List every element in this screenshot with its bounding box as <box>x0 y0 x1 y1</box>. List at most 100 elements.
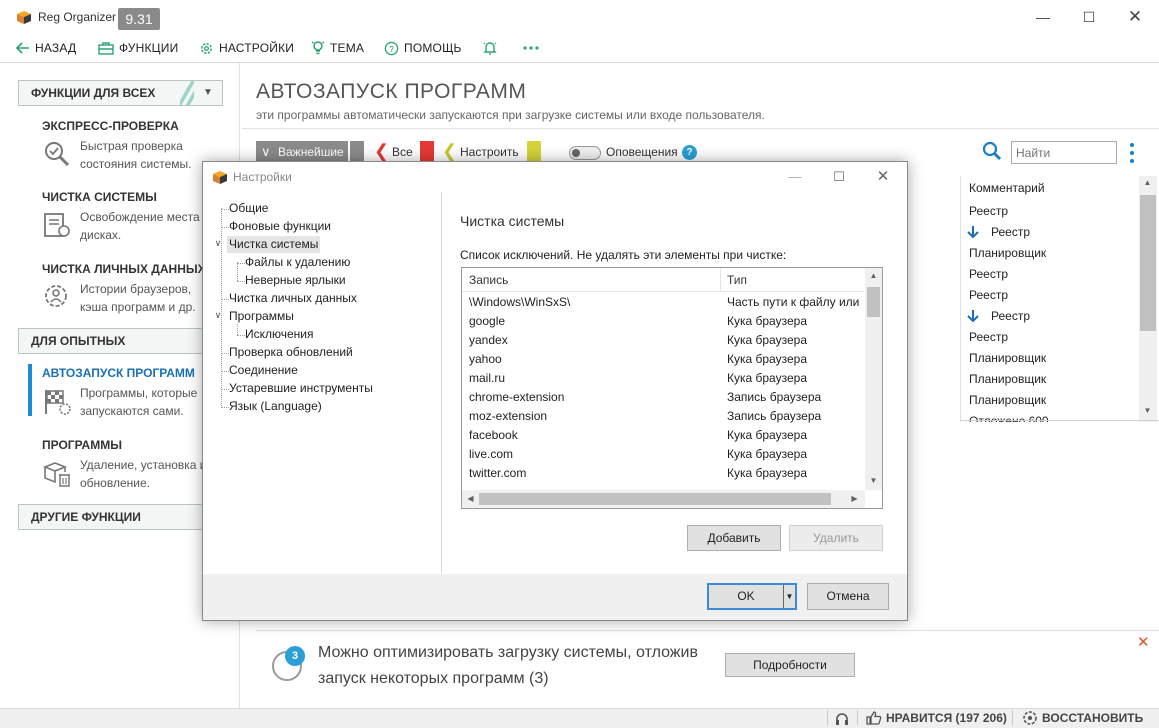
scroll-up-icon[interactable]: ▲ <box>865 271 882 280</box>
tree-tick <box>237 263 245 264</box>
checkered-flag-icon <box>45 390 71 415</box>
table-row[interactable]: yandex Кука браузера <box>462 331 864 350</box>
list-item[interactable]: Реестр <box>991 225 1030 239</box>
list-item[interactable]: Реестр <box>969 288 1008 302</box>
table-row[interactable]: yahoo Кука браузера <box>462 350 864 369</box>
tree-item-programs[interactable]: Программы <box>229 308 294 325</box>
table-row[interactable]: twitter.com Кука браузера <box>462 464 864 483</box>
vertical-scroll-thumb[interactable] <box>867 287 880 317</box>
search-input[interactable] <box>1011 141 1117 164</box>
maximize-button[interactable]: ☐ <box>1066 0 1112 34</box>
tree-item-updates[interactable]: Проверка обновлений <box>229 344 353 361</box>
cell-entry: yandex <box>469 333 508 347</box>
filter-important-button[interactable]: ∨ Важнейшие <box>256 141 348 163</box>
ok-button[interactable]: OK ▼ <box>707 583 797 610</box>
tree-item-legacy[interactable]: Устаревшие инструменты <box>229 380 373 397</box>
minimize-button[interactable]: — <box>1020 0 1066 34</box>
headset-icon[interactable] <box>834 711 850 726</box>
delete-button[interactable]: Удалить <box>789 525 883 551</box>
settings-dialog: Настройки — ☐ ✕ Общие Фоновые функции ∨ … <box>202 161 908 621</box>
column-header-type[interactable]: Тип <box>727 273 747 287</box>
chevron-left-icon: ❮ <box>442 141 458 161</box>
sidebar-item-privacy-cleanup[interactable]: ЧИСТКА ЛИЧНЫХ ДАННЫХ Истории браузеров, … <box>42 262 222 316</box>
list-item[interactable]: Реестр <box>969 204 1008 218</box>
help-icon[interactable]: ? <box>682 145 697 160</box>
group-other-header[interactable]: ДРУГИЕ ФУНКЦИИ <box>18 504 223 530</box>
dialog-close-button[interactable]: ✕ <box>861 162 905 192</box>
close-button[interactable]: ✕ <box>1112 0 1158 34</box>
list-item[interactable]: Реестр <box>969 330 1008 344</box>
cancel-button[interactable]: Отмена <box>807 583 889 610</box>
scroll-down-icon[interactable]: ▼ <box>1139 406 1156 415</box>
cell-entry: facebook <box>469 428 518 442</box>
sidebar-item-title: ЧИСТКА СИСТЕМЫ <box>42 190 157 204</box>
tree-item-background[interactable]: Фоновые функции <box>229 218 331 235</box>
table-row[interactable]: chrome-extension Запись браузера <box>462 388 864 407</box>
expand-arrow-icon[interactable]: ∨ <box>213 310 223 321</box>
dialog-minimize-button[interactable]: — <box>773 162 817 192</box>
more-vertical-icon[interactable] <box>1126 142 1138 164</box>
search-icon[interactable] <box>982 141 1002 161</box>
tree-item-language[interactable]: Язык (Language) <box>229 398 322 415</box>
cell-entry: \Windows\WinSxS\ <box>469 295 571 309</box>
table-row[interactable]: \Windows\WinSxS\ Часть пути к файлу или .… <box>462 293 864 312</box>
list-item[interactable]: Реестр <box>969 267 1008 281</box>
dropdown-arrow-icon[interactable]: ▼ <box>783 585 795 608</box>
tree-item-general[interactable]: Общие <box>229 200 268 217</box>
back-button[interactable]: НАЗАД <box>16 40 76 56</box>
column-separator[interactable] <box>720 268 721 292</box>
tree-item-shortcuts[interactable]: Неверные ярлыки <box>245 272 346 289</box>
sidebar-item-programs[interactable]: ПРОГРАММЫ Удаление, установка и обновлен… <box>42 438 222 492</box>
expand-arrow-icon[interactable]: ∨ <box>213 238 223 249</box>
group-all-header[interactable]: ФУНКЦИИ ДЛЯ ВСЕХ ▼ <box>18 80 223 106</box>
settings-button[interactable]: НАСТРОЙКИ <box>199 40 294 56</box>
cell-entry: chrome-extension <box>469 390 565 404</box>
column-header-comment[interactable]: Комментарий <box>969 181 1045 195</box>
sidebar-item-express-check[interactable]: ЭКСПРЕСС-ПРОВЕРКА Быстрая проверка состо… <box>42 119 222 173</box>
tree-item-cleanup[interactable]: Чистка системы <box>227 236 321 253</box>
list-item[interactable]: Планировщик <box>969 351 1046 365</box>
help-button[interactable]: ? ПОМОЩЬ <box>384 40 462 56</box>
tree-item-privacy[interactable]: Чистка личных данных <box>229 290 357 307</box>
tree-tick <box>221 353 229 354</box>
sidebar-item-system-cleanup[interactable]: ЧИСТКА СИСТЕМЫ Освобождение места на дис… <box>42 190 222 244</box>
list-item[interactable]: Планировщик <box>969 246 1046 260</box>
table-row[interactable]: facebook Кука браузера <box>462 426 864 445</box>
restore-button[interactable]: ВОССТАНОВИТЬ <box>1022 710 1143 726</box>
list-item[interactable]: Планировщик <box>969 372 1046 386</box>
table-row[interactable]: mail.ru Кука браузера <box>462 369 864 388</box>
table-row[interactable]: google Кука браузера <box>462 312 864 331</box>
tree-item-exclusions[interactable]: Исключения <box>245 326 314 343</box>
functions-button[interactable]: ФУНКЦИИ <box>98 40 178 56</box>
scroll-up-icon[interactable]: ▲ <box>1139 178 1156 187</box>
exclusions-list[interactable]: Запись Тип \Windows\WinSxS\ Часть пути к … <box>461 267 883 509</box>
like-button[interactable]: НРАВИТСЯ (197 206) <box>866 710 1007 726</box>
sidebar-item-title: ПРОГРАММЫ <box>42 438 122 452</box>
list-item[interactable]: Планировщик <box>969 393 1046 407</box>
add-button[interactable]: Добавить <box>687 525 781 551</box>
list-item[interactable]: Реестр <box>991 309 1030 323</box>
filter-all-label: Все <box>392 145 413 159</box>
scroll-right-icon[interactable]: ▶ <box>846 494 863 503</box>
more-menu-button[interactable] <box>522 40 545 56</box>
tree-item-connection[interactable]: Соединение <box>229 362 298 379</box>
chevron-down-icon[interactable]: ▼ <box>198 83 218 103</box>
sidebar-item-autorun[interactable]: АВТОЗАПУСК ПРОГРАММ Программы, которые з… <box>42 366 222 420</box>
table-row[interactable]: moz-extension Запись браузера <box>462 407 864 426</box>
table-row[interactable]: live.com Кука браузера <box>462 445 864 464</box>
scroll-down-icon[interactable]: ▼ <box>865 476 882 485</box>
horizontal-scroll-thumb[interactable] <box>479 493 831 505</box>
list-scroll-thumb[interactable] <box>1140 195 1156 331</box>
details-button[interactable]: Подробности <box>725 653 855 677</box>
filter-setup-button[interactable]: ❮ Настроить <box>442 141 532 163</box>
tree-item-files[interactable]: Файлы к удалению <box>245 254 350 271</box>
column-header-entry[interactable]: Запись <box>469 273 508 287</box>
scroll-left-icon[interactable]: ◀ <box>462 494 479 503</box>
dialog-maximize-button[interactable]: ☐ <box>817 162 861 192</box>
group-advanced-header[interactable]: ДЛЯ ОПЫТНЫХ <box>18 328 223 354</box>
notifications-toggle[interactable] <box>569 146 601 160</box>
sidebar-item-title: АВТОЗАПУСК ПРОГРАММ <box>42 366 195 380</box>
notifications-button[interactable] <box>482 40 503 56</box>
theme-button[interactable]: ТЕМА <box>311 40 364 56</box>
close-tip-icon[interactable]: ✕ <box>1137 633 1150 651</box>
